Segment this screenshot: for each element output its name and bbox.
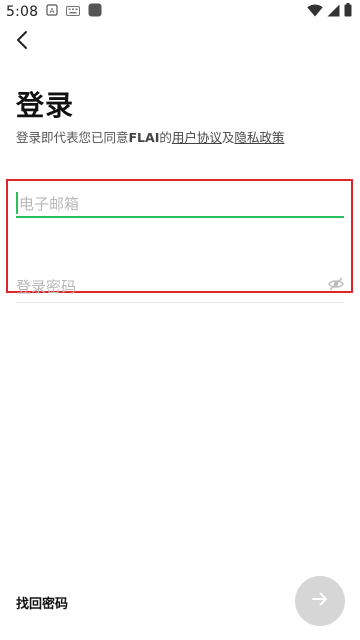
email-underline	[16, 216, 344, 218]
arrow-right-icon	[311, 591, 329, 611]
privacy-policy-link[interactable]: 隐私政策	[234, 130, 284, 145]
status-right	[307, 3, 352, 21]
wifi-icon	[307, 3, 323, 21]
password-placeholder: 登录密码	[16, 277, 77, 296]
page-title: 登录	[16, 89, 75, 122]
status-bar: 5:08 A	[0, 0, 360, 24]
agreement-of: 的	[159, 130, 172, 145]
brand-name: FLAI	[128, 130, 160, 145]
agreement-and: 及	[221, 130, 235, 145]
email-placeholder: 电子邮箱	[19, 194, 80, 213]
back-button[interactable]	[10, 30, 34, 54]
status-left: 5:08 A	[6, 3, 102, 21]
text-caret	[16, 192, 18, 214]
agreement-prefix: 登录即代表您已同意	[16, 130, 129, 145]
next-button[interactable]	[295, 576, 345, 626]
agreement-text: 登录即代表您已同意FLAI的用户协议及隐私政策	[16, 127, 346, 146]
login-screen: 5:08 A 登录 登录即代表您已同意FLAI的用户协议及隐私政策 电子邮箱 登…	[0, 0, 360, 640]
user-agreement-link[interactable]: 用户协议	[172, 130, 222, 145]
forgot-password-link[interactable]: 找回密码	[16, 593, 68, 612]
svg-text:A: A	[50, 7, 55, 15]
password-underline	[16, 302, 344, 303]
keyboard-icon	[66, 4, 81, 20]
cellular-icon	[327, 4, 340, 21]
eye-slash-icon[interactable]	[328, 276, 344, 292]
email-field[interactable]: 电子邮箱	[16, 188, 344, 218]
battery-icon	[344, 3, 352, 21]
app-square-icon	[88, 3, 102, 21]
password-field[interactable]: 登录密码	[16, 272, 344, 300]
chevron-left-icon	[15, 30, 29, 54]
status-time: 5:08	[6, 4, 39, 20]
shield-a-icon: A	[46, 4, 58, 20]
